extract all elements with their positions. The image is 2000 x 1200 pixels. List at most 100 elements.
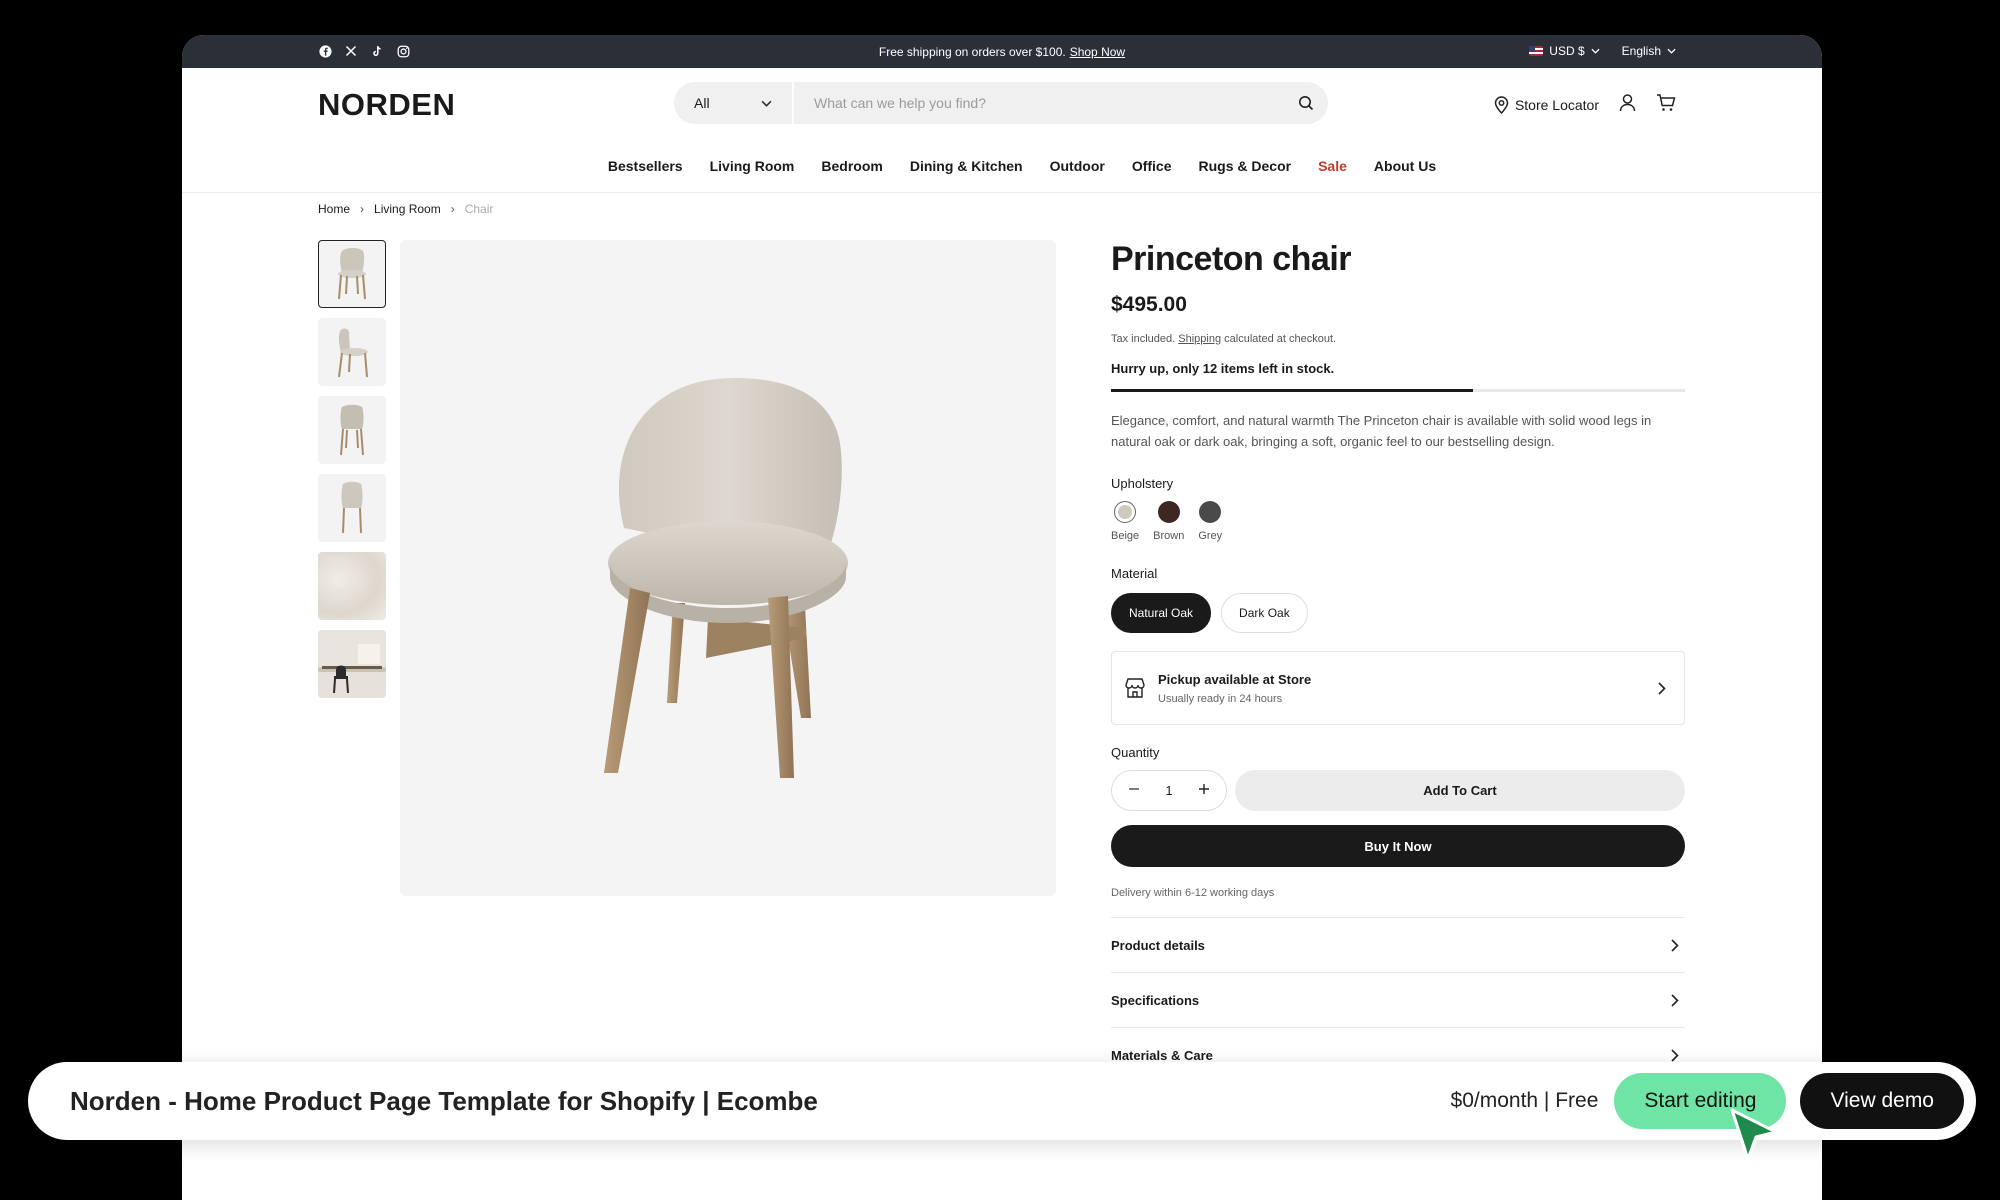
product-description: Elegance, comfort, and natural warmth Th…	[1111, 413, 1652, 449]
tax-suffix: calculated at checkout.	[1224, 333, 1337, 345]
breadcrumb-home[interactable]: Home	[318, 202, 350, 216]
accordion-label: Product details	[1111, 937, 1205, 953]
product-title: Princeton chair	[1111, 240, 1352, 278]
chevron-down-icon	[1591, 48, 1600, 54]
swatch-brown[interactable]: Brown	[1153, 501, 1184, 542]
material-dark-oak-button[interactable]: Dark Oak	[1221, 593, 1308, 633]
tax-note: Tax included. Shipping calculated at che…	[1111, 333, 1685, 345]
shop-now-link[interactable]: Shop Now	[1070, 45, 1125, 59]
chevron-down-icon	[761, 100, 772, 107]
accordion-product-details[interactable]: Product details	[1111, 917, 1685, 972]
site-header: NORDEN All Store Locator	[182, 68, 1822, 148]
material-options: Natural Oak Dark Oak	[1111, 593, 1685, 633]
thumbnail-fabric-detail[interactable]	[318, 552, 386, 620]
chevron-right-icon	[1671, 1048, 1679, 1062]
delivery-note: Delivery within 6-12 working days	[1111, 887, 1275, 899]
material-label: Material	[1111, 566, 1158, 581]
thumbnail-front[interactable]	[318, 240, 386, 308]
announcement-bar: Free shipping on orders over $100. Shop N…	[182, 35, 1822, 68]
search-input[interactable]	[794, 82, 1284, 124]
promo-title: Norden - Home Product Page Template for …	[70, 1085, 818, 1116]
nav-item-dining-kitchen[interactable]: Dining & Kitchen	[910, 158, 1023, 192]
main-nav: Bestsellers Living Room Bedroom Dining &…	[182, 148, 1822, 193]
chair-illustration	[604, 378, 848, 778]
nav-item-bestsellers[interactable]: Bestsellers	[608, 158, 683, 192]
language-label: English	[1621, 44, 1661, 58]
pickup-title: Pickup available at Store	[1158, 671, 1312, 687]
account-icon[interactable]	[1619, 94, 1636, 115]
thumbnail-room-scene[interactable]	[318, 630, 386, 698]
currency-label: USD $	[1549, 44, 1585, 58]
search-category-select[interactable]: All	[674, 82, 794, 124]
product-info: Princeton chair $495.00 Tax included. Sh…	[1111, 240, 1685, 1082]
stock-progress-bar	[1111, 389, 1685, 392]
swatch-beige-dot	[1114, 501, 1137, 523]
accordion-label: Materials & Care	[1111, 1047, 1213, 1063]
nav-item-office[interactable]: Office	[1132, 158, 1172, 192]
tax-prefix: Tax included.	[1111, 333, 1176, 345]
nav-item-sale[interactable]: Sale	[1318, 158, 1347, 192]
product-accordion: Product details Specifications Materials…	[1111, 917, 1685, 1082]
browser-frame: Free shipping on orders over $100. Shop N…	[182, 35, 1822, 1200]
us-flag-icon	[1529, 46, 1544, 56]
swatch-grey[interactable]: Grey	[1198, 501, 1222, 542]
chevron-down-icon	[1667, 48, 1676, 54]
breadcrumb-separator-icon: ›	[450, 202, 455, 216]
pickup-text: Pickup available at Store Usually ready …	[1158, 672, 1646, 705]
thumbnail-back[interactable]	[318, 396, 386, 464]
nav-item-bedroom[interactable]: Bedroom	[821, 158, 882, 192]
view-demo-button[interactable]: View demo	[1800, 1073, 1964, 1129]
store-icon	[1125, 678, 1145, 698]
swatch-beige[interactable]: Beige	[1111, 501, 1139, 542]
upholstery-label: Upholstery	[1111, 476, 1174, 491]
cart-icon[interactable]	[1656, 94, 1676, 115]
breadcrumb-separator-icon: ›	[360, 202, 365, 216]
thumbnail-side[interactable]	[318, 318, 386, 386]
quantity-stepper: 1	[1111, 770, 1227, 811]
buy-now-button[interactable]: Buy It Now	[1111, 825, 1685, 867]
search-bar: All	[674, 82, 1328, 124]
stock-progress-fill	[1111, 389, 1473, 392]
breadcrumb-current: Chair	[464, 202, 494, 216]
currency-selector[interactable]: USD $	[1529, 44, 1600, 58]
store-locator-link[interactable]: Store Locator	[1494, 95, 1599, 114]
product-price: $495.00	[1111, 293, 1187, 316]
nav-item-about-us[interactable]: About Us	[1374, 158, 1436, 192]
language-selector[interactable]: English	[1622, 44, 1676, 58]
announcement-message: Free shipping on orders over $100.	[878, 45, 1066, 59]
header-actions: Store Locator	[1494, 94, 1676, 115]
locale-selectors: USD $ English	[1529, 44, 1676, 58]
material-natural-oak-button[interactable]: Natural Oak	[1111, 593, 1212, 633]
breadcrumb: Home › Living Room › Chair	[318, 202, 493, 216]
nav-item-living-room[interactable]: Living Room	[710, 158, 795, 192]
upholstery-swatches: Beige Brown Grey	[1111, 501, 1685, 542]
pickup-card[interactable]: Pickup available at Store Usually ready …	[1111, 651, 1685, 725]
promo-price: $0/month | Free	[1450, 1089, 1599, 1112]
thumbnail-gallery	[318, 240, 386, 698]
store-locator-label: Store Locator	[1514, 96, 1599, 113]
plus-icon[interactable]	[1198, 783, 1210, 798]
search-icon	[1299, 96, 1314, 111]
swatch-brown-dot	[1157, 501, 1180, 523]
minus-icon[interactable]	[1128, 783, 1140, 798]
chevron-right-icon	[1671, 938, 1679, 952]
thumbnail-rear[interactable]	[318, 474, 386, 542]
accordion-label: Specifications	[1111, 992, 1200, 1008]
pickup-subtitle: Usually ready in 24 hours	[1158, 692, 1283, 705]
add-to-cart-button[interactable]: Add To Cart	[1235, 770, 1685, 811]
search-button[interactable]	[1284, 95, 1328, 111]
quantity-value[interactable]: 1	[1165, 783, 1172, 798]
nav-item-outdoor[interactable]: Outdoor	[1050, 158, 1105, 192]
main-product-image[interactable]	[400, 240, 1056, 896]
site-logo[interactable]: NORDEN	[318, 87, 455, 123]
map-pin-icon	[1494, 95, 1509, 114]
breadcrumb-living-room[interactable]: Living Room	[374, 202, 441, 216]
stock-message: Hurry up, only 12 items left in stock.	[1111, 361, 1335, 376]
swatch-brown-label: Brown	[1153, 530, 1185, 542]
chevron-right-icon	[1658, 681, 1666, 695]
shipping-link[interactable]: Shipping	[1178, 333, 1221, 345]
quantity-row: 1 Add To Cart	[1111, 770, 1685, 811]
nav-item-rugs-decor[interactable]: Rugs & Decor	[1199, 158, 1292, 192]
mouse-cursor-icon	[1730, 1108, 1778, 1161]
accordion-specifications[interactable]: Specifications	[1111, 972, 1685, 1027]
